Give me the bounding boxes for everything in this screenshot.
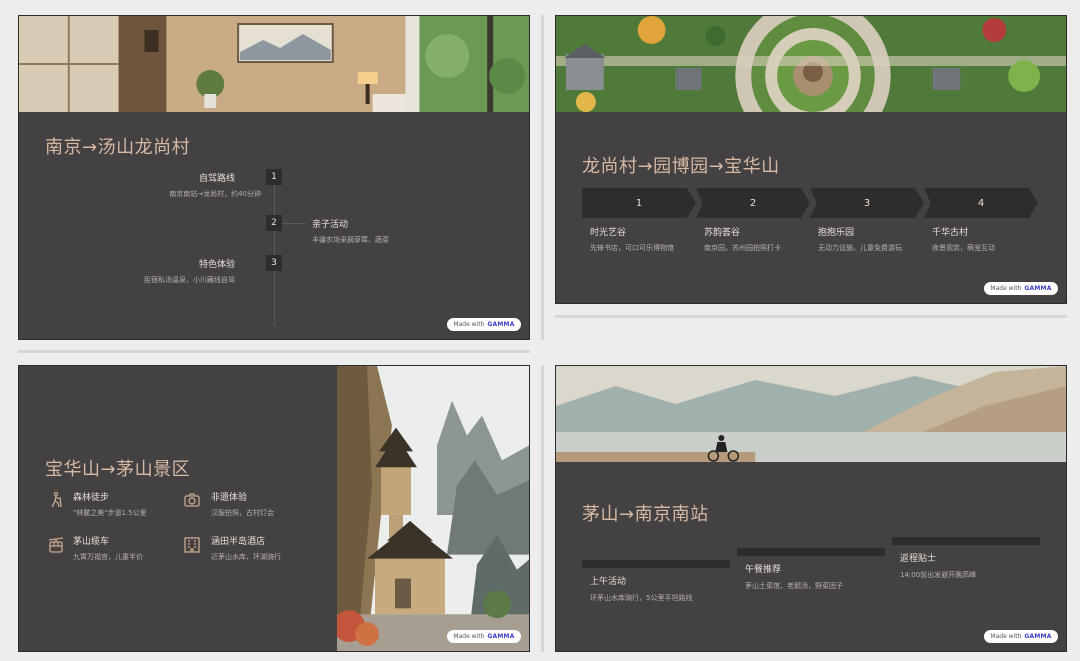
step-label: 时光艺谷 (590, 228, 627, 238)
slide-title: 龙尚村→园博园→宝华山 (582, 156, 780, 177)
step-desc: 无动力设施，儿童免费游玩 (818, 244, 902, 252)
column-divider (541, 365, 544, 652)
card-label: 返程贴士 (900, 554, 937, 564)
step-label: 特色体验 (198, 260, 235, 270)
step-desc: 先锋书店，可口可乐博物馆 (590, 244, 674, 252)
badge-prefix: Made with (453, 633, 485, 640)
badge-brand: GAMMA (1024, 633, 1052, 640)
slide-title: 茅山→南京南站 (582, 504, 709, 525)
hotel-icon (184, 537, 200, 553)
step-number: 3 (266, 255, 282, 271)
made-with-gamma-badge[interactable]: Made with GAMMA (984, 630, 1058, 643)
card-header-bar (737, 548, 885, 556)
step-desc: 丰疆农场采摘草莓、蔬菜 (312, 236, 389, 244)
garden-aerial-image (556, 16, 1066, 112)
feature-desc: 九霄万福宫，儿童半价 (73, 553, 143, 561)
made-with-gamma-badge[interactable]: Made with GAMMA (447, 630, 521, 643)
badge-brand: GAMMA (1024, 285, 1052, 292)
step-label: 千华古村 (932, 228, 969, 238)
badge-prefix: Made with (990, 285, 1022, 292)
card-label: 上午活动 (590, 577, 627, 587)
step-label: 苏韵荟谷 (704, 228, 741, 238)
step-desc: 南京园，苏州园拍照打卡 (704, 244, 781, 252)
slide-longshang-baohua[interactable]: 龙尚村→园博园→宝华山 1 2 3 4 时光艺谷 先锋书店，可口可乐博物馆 苏韵… (555, 15, 1067, 304)
slide-baohua-maoshan[interactable]: 宝华山→茅山景区 森林徒步 "林麓之美"步道1.5公里 非遗体验 汉服拍照，古村… (18, 365, 530, 652)
step-chevron: 1 (582, 188, 696, 218)
card-desc: 茅山土菜馆，老鹅汤，野菜团子 (745, 582, 843, 590)
feature-desc: 近茅山水库，环湖骑行 (211, 553, 281, 561)
card-header-bar (582, 560, 730, 568)
step-chevron: 3 (810, 188, 924, 218)
slide-maoshan-nanjing[interactable]: 茅山→南京南站 上午活动 环茅山水库骑行，5公里平坦路线 午餐推荐 茅山土菜馆，… (555, 365, 1067, 652)
badge-prefix: Made with (990, 633, 1022, 640)
lake-cyclist-image (556, 366, 1066, 462)
badge-brand: GAMMA (487, 633, 515, 640)
column-divider (541, 15, 544, 340)
step-label: 抱抱乐园 (818, 228, 855, 238)
step-desc: 南京南站→龙尚村，约40分钟 (169, 190, 261, 198)
step-number: 1 (266, 169, 282, 185)
connector-line (282, 223, 306, 224)
badge-brand: GAMMA (487, 321, 515, 328)
step-desc: 夜景观赏，萌宠互动 (932, 244, 995, 252)
made-with-gamma-badge[interactable]: Made with GAMMA (984, 282, 1058, 295)
badge-prefix: Made with (453, 321, 485, 328)
row-divider (18, 350, 530, 353)
feature-label: 涵田半岛酒店 (211, 537, 266, 547)
camera-icon (184, 493, 200, 507)
step-chevron: 4 (924, 188, 1038, 218)
feature-label: 茅山缆车 (73, 537, 110, 547)
feature-desc: 汉服拍照，古村灯会 (211, 509, 274, 517)
hiking-icon (51, 491, 62, 508)
row-divider (555, 315, 1067, 318)
slide-title: 宝华山→茅山景区 (45, 459, 191, 480)
feature-desc: "林麓之美"步道1.5公里 (73, 509, 147, 517)
feature-label: 非遗体验 (211, 493, 248, 503)
step-label: 自驾路线 (198, 174, 235, 184)
hotel-room-image (19, 16, 529, 112)
cable-car-icon (48, 537, 64, 553)
card-header-bar (892, 537, 1040, 545)
step-label: 亲子活动 (312, 220, 349, 230)
card-desc: 14:00前出发避开晚高峰 (900, 571, 977, 579)
timeline-line (274, 174, 275, 326)
slide-title: 南京→汤山龙尚村 (45, 137, 191, 158)
made-with-gamma-badge[interactable]: Made with GAMMA (447, 318, 521, 331)
card-desc: 环茅山水库骑行，5公里平坦路线 (590, 594, 693, 602)
slide-nanjing-tangshan[interactable]: 南京→汤山龙尚村 自驾路线 南京南站→龙尚村，约40分钟 1 2 亲子活动 丰疆… (18, 15, 530, 340)
step-number: 2 (266, 215, 282, 231)
card-label: 午餐推荐 (745, 565, 782, 575)
step-desc: 民宿私汤温泉，小川藏线自驾 (144, 276, 235, 284)
feature-label: 森林徒步 (73, 493, 110, 503)
mountain-temple-image (337, 366, 529, 651)
step-chevron: 2 (696, 188, 810, 218)
